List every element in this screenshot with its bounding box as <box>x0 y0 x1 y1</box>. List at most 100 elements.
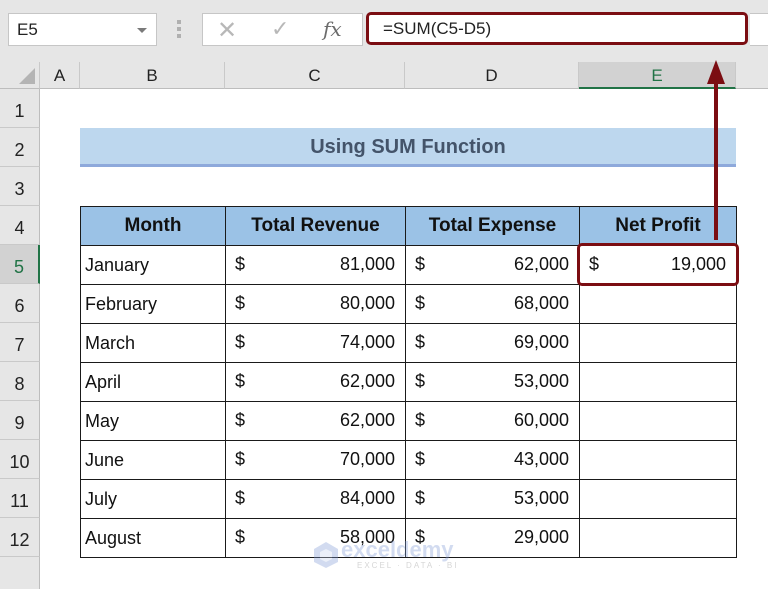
revenue-value: 62,000 <box>339 371 395 391</box>
expense-value: 60,000 <box>513 410 569 430</box>
revenue-cell[interactable]: $62,000 <box>225 362 406 402</box>
profit-cell[interactable] <box>579 362 737 402</box>
currency-symbol: $ <box>235 293 246 313</box>
header-month[interactable]: Month <box>80 206 226 246</box>
month-cell[interactable]: April <box>80 362 226 402</box>
select-all-button[interactable] <box>0 62 40 89</box>
expense-value: 68,000 <box>513 293 569 313</box>
revenue-cell[interactable]: $80,000 <box>225 284 406 324</box>
insert-function-icon[interactable]: fx <box>323 17 342 41</box>
expense-cell[interactable]: $60,000 <box>405 401 580 441</box>
row-header-filler <box>0 557 40 589</box>
expense-cell[interactable]: $53,000 <box>405 362 580 402</box>
month-text: March <box>85 332 136 353</box>
row-header-9[interactable]: 9 <box>0 401 40 440</box>
column-header-f[interactable] <box>736 62 768 89</box>
table-row: February $80,000 $68,000 <box>80 284 737 324</box>
profit-cell[interactable] <box>579 479 737 519</box>
row-header-2[interactable]: 2 <box>0 128 40 167</box>
currency-symbol: $ <box>415 293 426 313</box>
formula-input[interactable]: =SUM(C5-D5) <box>366 12 748 45</box>
profit-cell[interactable]: $19,000 <box>579 245 737 285</box>
column-header-a[interactable]: A <box>40 62 80 89</box>
enter-icon[interactable]: ✓ <box>271 16 289 42</box>
currency-symbol: $ <box>235 254 246 274</box>
month-text: August <box>85 527 142 548</box>
profit-cell[interactable] <box>579 284 737 324</box>
month-text: February <box>85 293 158 314</box>
revenue-value: 62,000 <box>339 410 395 430</box>
table-row: January $81,000 $62,000 $19,000 <box>80 245 737 285</box>
column-header-b[interactable]: B <box>80 62 225 89</box>
expense-cell[interactable]: $68,000 <box>405 284 580 324</box>
month-cell[interactable]: January <box>80 245 226 285</box>
header-net-profit[interactable]: Net Profit <box>579 206 737 246</box>
table-row: April $62,000 $53,000 <box>80 362 737 402</box>
chevron-down-icon[interactable] <box>137 28 147 33</box>
row-header-12[interactable]: 12 <box>0 518 40 557</box>
expense-value: 53,000 <box>513 488 569 508</box>
row-header-11[interactable]: 11 <box>0 479 40 518</box>
month-text: July <box>85 488 118 509</box>
month-cell[interactable]: February <box>80 284 226 324</box>
column-header-e[interactable]: E <box>579 62 736 89</box>
profit-cell[interactable] <box>579 323 737 363</box>
row-header-10[interactable]: 10 <box>0 440 40 479</box>
exceldemy-logo-icon <box>314 542 338 568</box>
formula-input-extension <box>750 13 768 46</box>
month-cell[interactable]: August <box>80 518 226 558</box>
drag-handle-icon[interactable] <box>177 20 181 42</box>
expense-value: 43,000 <box>513 449 569 469</box>
revenue-value: 84,000 <box>339 488 395 508</box>
watermark-tagline: EXCEL · DATA · BI <box>357 561 459 570</box>
currency-symbol: $ <box>235 371 246 391</box>
row-header-7[interactable]: 7 <box>0 323 40 362</box>
currency-symbol: $ <box>235 410 246 430</box>
column-header-c[interactable]: C <box>225 62 405 89</box>
sheet-title[interactable]: Using SUM Function <box>80 128 736 167</box>
name-box[interactable]: E5 <box>8 13 157 46</box>
month-cell[interactable]: May <box>80 401 226 441</box>
profit-cell[interactable] <box>579 518 737 558</box>
month-cell[interactable]: July <box>80 479 226 519</box>
formula-text: =SUM(C5-D5) <box>383 19 492 38</box>
month-cell[interactable]: June <box>80 440 226 480</box>
revenue-cell[interactable]: $62,000 <box>225 401 406 441</box>
profit-value: 19,000 <box>670 254 726 274</box>
row-header-6[interactable]: 6 <box>0 284 40 323</box>
month-text: June <box>85 449 125 470</box>
cancel-icon[interactable]: ✕ <box>217 16 237 45</box>
header-total-revenue[interactable]: Total Revenue <box>225 206 406 246</box>
profit-cell[interactable] <box>579 440 737 480</box>
revenue-cell[interactable]: $81,000 <box>225 245 406 285</box>
currency-symbol: $ <box>589 254 600 274</box>
revenue-cell[interactable]: $74,000 <box>225 323 406 363</box>
row-header-1[interactable]: 1 <box>0 89 40 128</box>
expense-cell[interactable]: $43,000 <box>405 440 580 480</box>
profit-cell[interactable] <box>579 401 737 441</box>
month-cell[interactable]: March <box>80 323 226 363</box>
expense-cell[interactable]: $53,000 <box>405 479 580 519</box>
watermark-name: exceldemy <box>341 537 454 562</box>
formula-actions: ✕ ✓ fx <box>202 13 363 46</box>
currency-symbol: $ <box>235 332 246 352</box>
profit-table: Month Total Revenue Total Expense Net Pr… <box>80 206 737 558</box>
revenue-cell[interactable]: $84,000 <box>225 479 406 519</box>
revenue-value: 74,000 <box>339 332 395 352</box>
revenue-value: 81,000 <box>339 254 395 274</box>
expense-value: 29,000 <box>513 527 569 547</box>
currency-symbol: $ <box>235 527 246 547</box>
select-all-icon <box>19 68 35 84</box>
expense-cell[interactable]: $62,000 <box>405 245 580 285</box>
column-header-d[interactable]: D <box>405 62 579 89</box>
row-header-3[interactable]: 3 <box>0 167 40 206</box>
row-header-4[interactable]: 4 <box>0 206 40 245</box>
name-box-value: E5 <box>17 20 38 39</box>
row-header-8[interactable]: 8 <box>0 362 40 401</box>
revenue-cell[interactable]: $70,000 <box>225 440 406 480</box>
expense-cell[interactable]: $69,000 <box>405 323 580 363</box>
row-header-5[interactable]: 5 <box>0 245 40 284</box>
currency-symbol: $ <box>415 371 426 391</box>
header-total-expense[interactable]: Total Expense <box>405 206 580 246</box>
currency-symbol: $ <box>415 254 426 274</box>
